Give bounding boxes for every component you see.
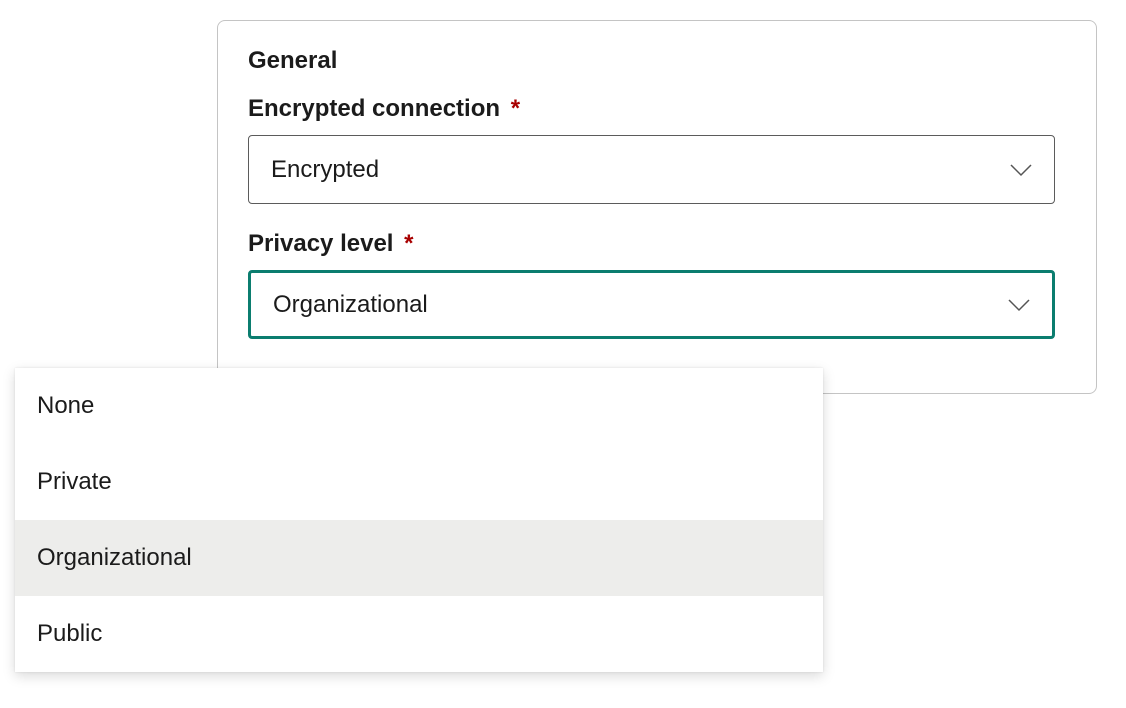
encrypted-connection-select[interactable]: Encrypted [248, 135, 1055, 204]
privacy-level-dropdown: None Private Organizational Public [15, 368, 823, 672]
dropdown-option-none[interactable]: None [15, 368, 823, 444]
privacy-level-label: Privacy level * [248, 230, 1066, 258]
option-label: Public [37, 620, 102, 648]
general-panel: General Encrypted connection * Encrypted… [217, 20, 1097, 394]
dropdown-option-public[interactable]: Public [15, 596, 823, 672]
select-value: Organizational [273, 291, 428, 319]
required-marker: * [404, 230, 413, 257]
chevron-down-icon [1010, 163, 1032, 177]
select-value: Encrypted [271, 156, 379, 184]
label-text: Encrypted connection [248, 95, 500, 122]
option-label: Organizational [37, 544, 192, 572]
dropdown-option-private[interactable]: Private [15, 444, 823, 520]
dropdown-option-organizational[interactable]: Organizational [15, 520, 823, 596]
label-text: Privacy level [248, 230, 393, 257]
privacy-level-select[interactable]: Organizational [248, 270, 1055, 339]
required-marker: * [511, 95, 520, 122]
option-label: Private [37, 468, 112, 496]
section-title: General [248, 47, 1066, 75]
chevron-down-icon [1008, 298, 1030, 312]
option-label: None [37, 392, 94, 420]
encrypted-connection-label: Encrypted connection * [248, 95, 1066, 123]
